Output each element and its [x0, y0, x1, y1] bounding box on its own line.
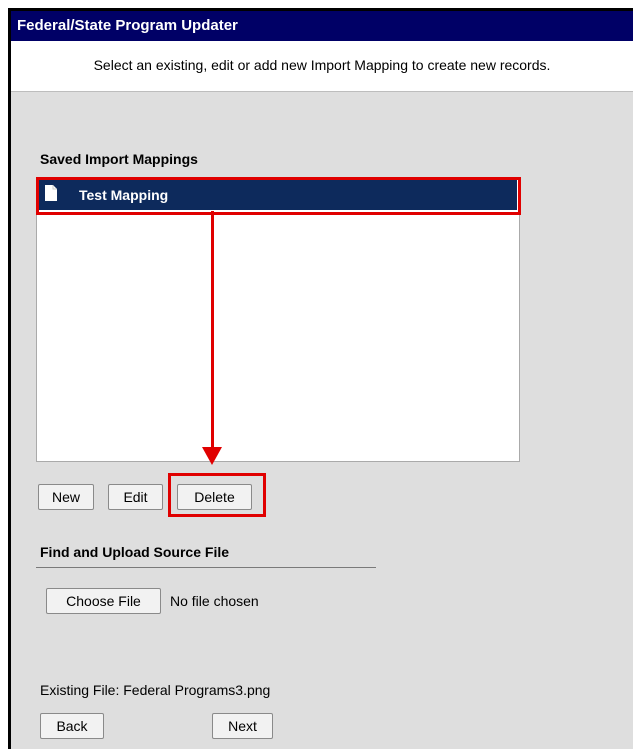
- program-updater-window: Federal/State Program Updater Select an …: [8, 8, 633, 749]
- mapping-item-test-mapping[interactable]: Test Mapping: [39, 180, 517, 210]
- annotation-arrow-line: [211, 211, 214, 449]
- instructions-text: Select an existing, edit or add new Impo…: [11, 41, 633, 92]
- section-divider: [36, 567, 376, 568]
- next-button[interactable]: Next: [212, 713, 273, 739]
- saved-mappings-listbox[interactable]: Test Mapping: [36, 177, 520, 462]
- saved-mappings-label: Saved Import Mappings: [40, 151, 198, 167]
- file-status-text: No file chosen: [170, 593, 259, 609]
- edit-mapping-button[interactable]: Edit: [108, 484, 163, 510]
- document-icon: [45, 185, 57, 201]
- choose-file-button[interactable]: Choose File: [46, 588, 161, 614]
- back-button[interactable]: Back: [40, 713, 104, 739]
- window-title: Federal/State Program Updater: [11, 11, 633, 41]
- existing-file-text: Existing File: Federal Programs3.png: [40, 682, 271, 698]
- mapping-item-label: Test Mapping: [79, 187, 169, 203]
- annotation-arrow-head: [202, 447, 222, 465]
- delete-mapping-button[interactable]: Delete: [177, 484, 252, 510]
- new-mapping-button[interactable]: New: [38, 484, 94, 510]
- upload-section-label: Find and Upload Source File: [40, 544, 230, 560]
